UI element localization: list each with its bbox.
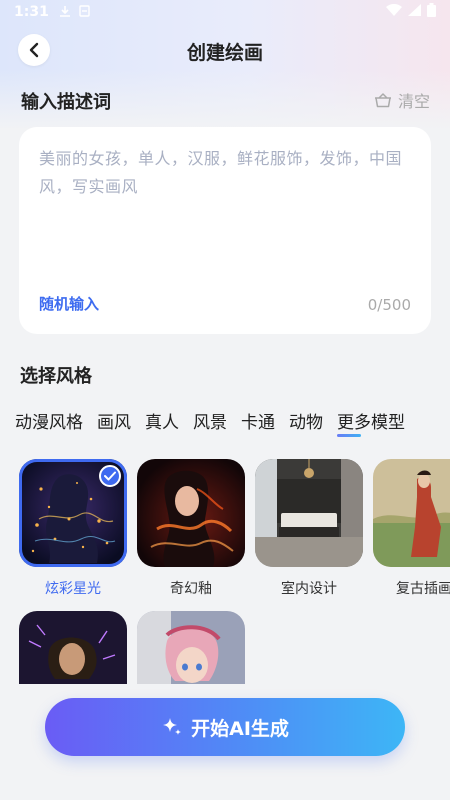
style-thumbnail	[137, 611, 245, 684]
style-thumbnail	[255, 459, 363, 567]
style-label-colorful-starlight: 炫彩星光	[45, 581, 101, 597]
style-section-title: 选择风格	[20, 366, 92, 387]
style-label-retro-illustration: 复古插画	[396, 581, 450, 597]
wifi-icon	[386, 3, 402, 20]
tab-anime[interactable]: 动漫风格	[15, 408, 83, 433]
tab-more-models[interactable]: 更多模型	[337, 408, 405, 437]
prompt-placeholder[interactable]: 美丽的女孩，单人，汉服，鲜花服饰，发饰，中国风，写实画风	[39, 145, 411, 201]
style-thumbnail	[137, 459, 245, 567]
style-thumbnail	[19, 611, 127, 684]
page-title: 创建绘画	[186, 42, 263, 64]
style-card-fantasy-glaze[interactable]	[137, 459, 245, 567]
clear-label: 清空	[397, 92, 430, 111]
basket-icon	[374, 93, 391, 108]
random-input-button[interactable]: 随机输入	[39, 293, 99, 314]
style-tabs: 动漫风格 画风 真人 风景 卡通 动物 更多模型	[15, 408, 405, 437]
character-counter: 0/500	[367, 296, 411, 314]
prompt-input-card[interactable]: 美丽的女孩，单人，汉服，鲜花服饰，发饰，中国风，写实画风 随机输入 0/500	[19, 127, 431, 334]
generate-button[interactable]: 开始AI生成	[45, 698, 405, 756]
status-bar: 1:31	[0, 0, 450, 24]
generate-label: 开始AI生成	[191, 717, 289, 740]
battery-icon	[427, 3, 436, 21]
style-card-retro-illustration[interactable]	[373, 459, 450, 567]
clear-button[interactable]: 清空	[374, 88, 430, 112]
tab-realistic[interactable]: 真人	[145, 408, 179, 433]
tab-landscape[interactable]: 风景	[193, 408, 227, 433]
tab-painting[interactable]: 画风	[97, 408, 131, 433]
tab-cartoon[interactable]: 卡通	[241, 408, 275, 433]
style-card-5[interactable]	[19, 611, 127, 684]
tab-animal[interactable]: 动物	[289, 408, 323, 433]
download-icon	[59, 5, 71, 20]
nav-bar: 创建绘画	[0, 30, 450, 72]
style-label-interior-design: 室内设计	[281, 581, 337, 597]
style-label-fantasy-glaze: 奇幻釉	[170, 581, 212, 597]
style-thumbnail	[373, 459, 450, 567]
sparkle-icon	[163, 718, 182, 735]
style-card-colorful-starlight[interactable]	[19, 459, 127, 567]
signal-icon	[408, 4, 421, 20]
notification-icon	[79, 4, 90, 20]
status-time: 1:31	[14, 4, 49, 20]
style-card-6[interactable]	[137, 611, 245, 684]
prompt-section-title: 输入描述词	[21, 92, 111, 113]
style-card-interior-design[interactable]	[255, 459, 363, 567]
selected-check-icon	[99, 465, 121, 487]
